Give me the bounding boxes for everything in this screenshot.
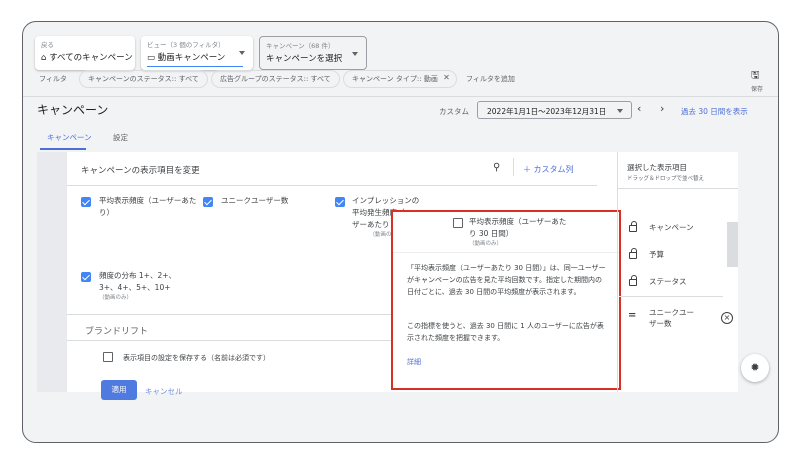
lock-icon — [629, 221, 637, 232]
divider — [619, 296, 723, 297]
back-value: ⌂ すべてのキャンペーン — [41, 53, 133, 63]
scrollbar[interactable] — [727, 222, 738, 267]
checkbox-avg-frequency-30day[interactable] — [453, 218, 463, 228]
divider — [393, 252, 619, 253]
column-editor-panel: キャンペーンの表示項目を変更 ⚲ ＋ カスタム列 平均表示頻度（ユーザーあたり）… — [67, 152, 738, 400]
chevron-down-icon — [352, 52, 358, 56]
selected-columns-subtitle: ドラッグ＆ドロップで並べ替え — [627, 176, 705, 182]
checkbox-impression-7day[interactable] — [335, 197, 345, 207]
campaign-value: キャンペーンを選択 — [266, 54, 343, 64]
selected-columns-title: 選択した表示項目 — [627, 163, 687, 172]
save-setting-label: 表示項目の設定を保存する（名前は必須です） — [123, 354, 270, 362]
remove-icon[interactable]: × — [721, 312, 733, 324]
tab-campaign[interactable]: キャンペーン — [47, 132, 92, 143]
divider — [617, 188, 738, 189]
home-icon: ⌂ — [41, 53, 47, 63]
checkbox-frequency-distribution[interactable] — [81, 272, 91, 282]
item-label: 頻度の分布 1+、2+、3+、4+、5+、10+ （動画のみ） — [99, 270, 189, 302]
close-icon[interactable]: ✕ — [443, 73, 450, 82]
save-icon[interactable]: 🖫 — [751, 68, 760, 85]
checkbox-avg-frequency[interactable] — [81, 197, 91, 207]
back-selector[interactable]: 戻る ⌂ すべてのキャンペーン — [35, 36, 135, 70]
range-label: カスタム — [439, 107, 469, 116]
selected-item: 予算 — [649, 250, 664, 259]
apply-button[interactable]: 適用 — [101, 380, 137, 400]
divider — [67, 185, 597, 186]
tooltip-text: 「平均表示頻度（ユーザーあたり 30 日間）」は、同一ユーザーがキャンペーンの広… — [407, 264, 606, 296]
page-title: キャンペーン — [37, 103, 109, 117]
date-range-selector[interactable]: 2022年1月1日～2023年12月31日 — [477, 101, 632, 119]
checkbox-unique-users[interactable] — [203, 197, 213, 207]
item-note: （動画のみ） — [469, 241, 503, 247]
lock-icon — [629, 248, 637, 259]
app-window: 戻る ⌂ すべてのキャンペーン ビュー（3 個のフィルタ） ▭ 動画キャンペーン… — [22, 21, 779, 443]
tab-indicator — [40, 148, 86, 150]
custom-column-button[interactable]: ＋ カスタム列 — [523, 164, 574, 175]
view-selector[interactable]: ビュー（3 個のフィルタ） ▭ 動画キャンペーン — [141, 36, 253, 70]
tab-settings[interactable]: 設定 — [113, 132, 128, 143]
campaign-label: キャンペーン（68 件） — [266, 42, 335, 50]
panel-title: キャンペーンの表示項目を変更 — [81, 166, 200, 176]
selected-item[interactable]: ユニークユーザー数 — [649, 307, 699, 329]
last-30-days-link[interactable]: 過去 30 日間を表示 — [681, 106, 748, 117]
drag-handle-icon[interactable]: = — [628, 310, 636, 321]
filter-chip-adgroup-status[interactable]: 広告グループのステータス:: すべて — [211, 70, 340, 88]
item-label: 平均表示頻度（ユーザーあたり） — [99, 196, 197, 217]
bug-report-icon[interactable]: ✹ — [741, 354, 769, 382]
divider — [513, 158, 514, 176]
learn-more-link[interactable]: 詳細 — [407, 357, 421, 367]
save-button[interactable]: 保存 — [751, 84, 763, 93]
chevron-down-icon — [239, 51, 245, 55]
add-filter-button[interactable]: フィルタを追加 — [466, 74, 515, 84]
tooltip-text: この指標を使うと、過去 30 日間に 1 人のユーザーに広告が表示された頻度を把… — [407, 322, 604, 342]
view-value: ▭ 動画キャンペーン — [147, 53, 226, 63]
item-label: ユニークユーザー数 — [221, 196, 289, 205]
item-label: 平均表示頻度（ユーザーあたり 30 日間） （動画のみ） — [469, 216, 569, 248]
filter-label: フィルタ — [39, 75, 67, 83]
filter-chip-campaign-type[interactable]: キャンペーン タイプ:: 動画 ✕ — [343, 70, 457, 88]
selected-item: キャンペーン — [649, 223, 694, 232]
chevron-left-icon[interactable]: ‹ — [637, 102, 641, 115]
view-underline — [147, 65, 243, 67]
campaign-selector[interactable]: キャンペーン（68 件） キャンペーンを選択 — [259, 36, 367, 70]
back-label: 戻る — [41, 41, 54, 49]
cancel-button[interactable]: キャンセル — [145, 386, 183, 397]
chevron-down-icon — [617, 109, 623, 113]
metric-tooltip: 平均表示頻度（ユーザーあたり 30 日間） （動画のみ） 「平均表示頻度（ユーザー… — [391, 210, 621, 390]
selected-item: ステータス — [649, 277, 687, 286]
section-brand-lift[interactable]: ブランドリフト — [85, 324, 148, 337]
divider — [23, 96, 778, 97]
lock-icon — [629, 275, 637, 286]
video-icon: ▭ — [147, 53, 156, 63]
checkbox-save-setting[interactable] — [103, 352, 113, 362]
chevron-right-icon[interactable]: › — [660, 102, 664, 115]
filter-chip-campaign-status[interactable]: キャンペーンのステータス:: すべて — [79, 70, 208, 88]
search-icon[interactable]: ⚲ — [493, 162, 500, 173]
item-note: （動画のみ） — [99, 295, 133, 301]
view-label: ビュー（3 個のフィルタ） — [147, 41, 225, 49]
